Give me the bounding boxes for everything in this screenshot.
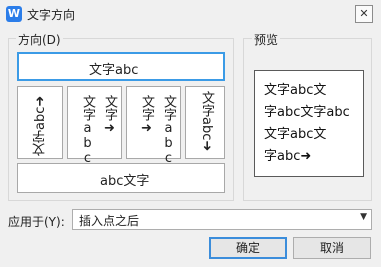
chevron-down-icon: ▼ — [360, 212, 367, 222]
dialog-title: 文字方向 — [27, 8, 76, 22]
preview-box: 文字abc文 字abc文字abc 文字abc文 字abc➜ — [254, 70, 364, 177]
cancel-button[interactable]: 取消 — [293, 237, 371, 259]
direction-option-rotate-right[interactable]: 文字abc➜ — [185, 86, 225, 159]
apply-to-select-value: 插入点之后 — [79, 214, 140, 228]
wps-app-icon: W — [6, 6, 22, 22]
preview-line-2: 字abc文字abc — [264, 105, 350, 120]
direction-option-stacked-ltr[interactable]: 文字➜ 文字abc — [126, 86, 181, 166]
preview-line-4: 字abc➜ — [264, 149, 312, 164]
direction-option-flipped-label: abc文字 — [100, 174, 150, 189]
direction-option-horizontal[interactable]: 文字abc — [17, 52, 225, 81]
direction-option-stacked-rtl[interactable]: 文字abc 文字➜ — [67, 86, 122, 166]
direction-option-stacked-rtl-col2: 文字➜ — [102, 95, 117, 136]
direction-option-stacked-ltr-col2: 文字abc — [161, 95, 176, 166]
direction-group-label: 方向(D) — [16, 31, 63, 48]
direction-option-stacked-rtl-col1: 文字abc — [80, 95, 95, 166]
ok-button[interactable]: 确定 — [209, 237, 287, 259]
preview-line-3: 文字abc文 — [264, 127, 327, 142]
direction-option-rotate-left-label: 文字abc➜ — [33, 95, 48, 156]
direction-option-rotate-left[interactable]: 文字abc➜ — [17, 86, 63, 159]
preview-line-1: 文字abc文 — [264, 83, 327, 98]
direction-option-horizontal-label: 文字abc — [89, 63, 139, 78]
direction-option-rotate-right-label: 文字abc➜ — [199, 91, 214, 152]
direction-option-stacked-ltr-col1: 文字➜ — [139, 95, 154, 136]
apply-to-select[interactable]: 插入点之后 ▼ — [72, 209, 372, 230]
direction-option-flipped[interactable]: abc文字 — [17, 163, 225, 193]
close-button[interactable]: ✕ — [355, 5, 373, 23]
apply-to-label: 应用于(Y): — [8, 215, 65, 229]
preview-group-label: 预览 — [252, 31, 281, 48]
